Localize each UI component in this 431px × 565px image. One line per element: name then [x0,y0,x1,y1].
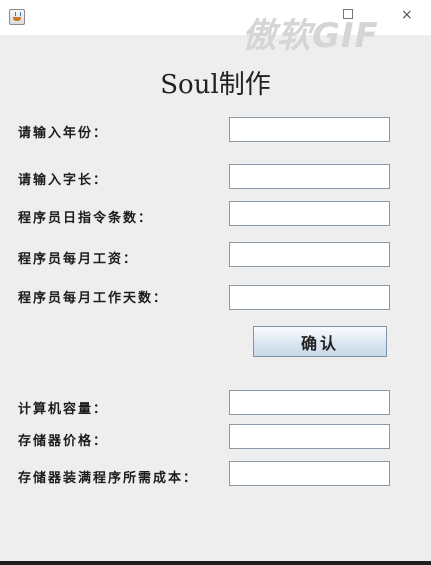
word-length-label: 请输入字长： [18,173,109,188]
minimize-icon[interactable] [343,9,353,19]
title-bar: 傲软GIF × [0,0,431,56]
computer-capacity-label: 计算机容量： [18,402,109,417]
watermark: 傲软GIF [242,16,379,56]
storage-price-field[interactable] [229,424,390,449]
close-icon[interactable]: × [401,7,413,23]
daily-instructions-input[interactable] [229,201,390,226]
window-bottom-edge [0,561,431,565]
java-app-icon [9,9,25,25]
program-cost-field[interactable] [229,461,390,486]
monthly-salary-input[interactable] [229,242,390,267]
monthly-workdays-label: 程序员每月工作天数： [18,291,169,306]
year-input[interactable] [229,117,390,142]
computer-capacity-field[interactable] [229,390,390,415]
storage-price-label: 存储器价格： [18,434,109,449]
daily-instructions-label: 程序员日指令条数： [18,211,154,226]
monthly-salary-label: 程序员每月工资： [18,252,139,267]
program-cost-label: 存储器装满程序所需成本： [18,471,199,486]
word-length-input[interactable] [229,164,390,189]
year-label: 请输入年份： [18,126,109,141]
form-title: Soul制作 [160,70,271,100]
monthly-workdays-input[interactable] [229,285,390,310]
confirm-button[interactable]: 确认 [253,326,387,357]
